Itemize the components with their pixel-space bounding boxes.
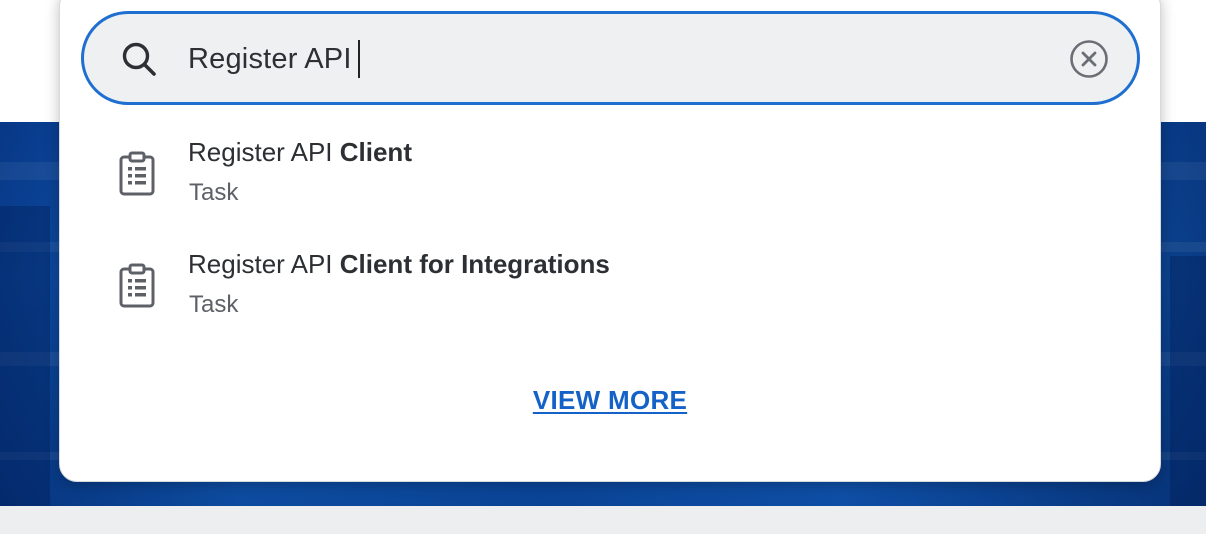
view-more-container: VIEW MORE (60, 385, 1160, 416)
search-dropdown-panel: Register API Register API Client Task Re… (59, 0, 1161, 482)
result-title-match: Register API (188, 249, 333, 279)
result-type: Task (189, 179, 239, 206)
result-title-match: Register API (188, 137, 333, 167)
text-caret (357, 40, 360, 78)
search-bar[interactable]: Register API (81, 11, 1140, 105)
result-title-rest: Client (339, 137, 412, 167)
clipboard-list-icon (119, 263, 155, 308)
page-footer-strip (0, 506, 1206, 534)
clipboard-list-icon (119, 151, 155, 196)
search-result-item[interactable]: Register API Client Task (60, 129, 1160, 225)
result-title: Register API Client (188, 137, 412, 168)
result-title-rest: Client for Integrations (339, 249, 610, 279)
search-result-item[interactable]: Register API Client for Integrations Tas… (60, 241, 1160, 337)
result-type: Task (189, 291, 239, 318)
view-more-link[interactable]: VIEW MORE (533, 385, 687, 415)
search-input-value: Register API (188, 42, 352, 75)
search-icon (122, 42, 156, 76)
clear-search-icon[interactable] (1069, 39, 1109, 79)
result-title: Register API Client for Integrations (188, 249, 610, 280)
search-input[interactable]: Register API (188, 34, 360, 84)
